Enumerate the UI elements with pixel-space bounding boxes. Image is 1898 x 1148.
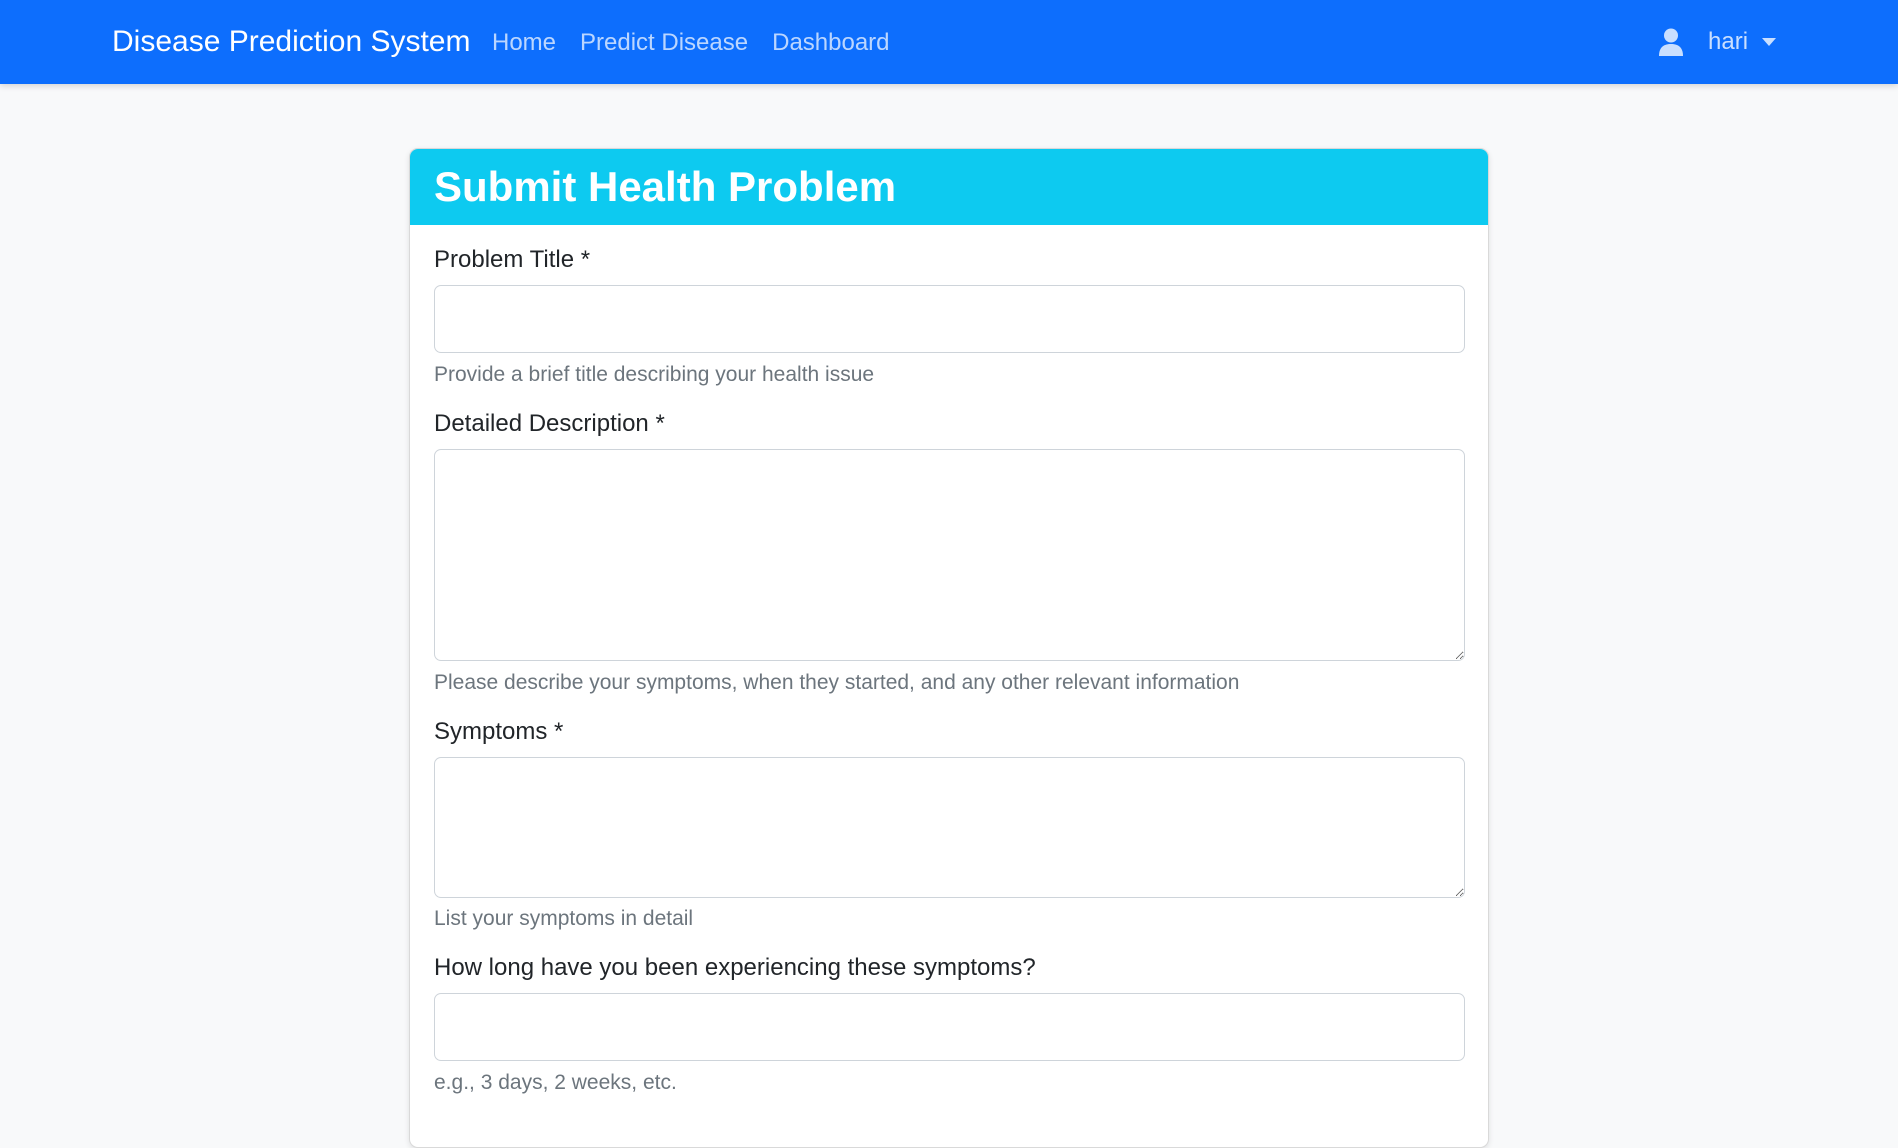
brand-link[interactable]: Disease Prediction System bbox=[112, 24, 470, 60]
user-dropdown-toggle[interactable]: hari bbox=[1658, 26, 1777, 58]
nav-link-dashboard[interactable]: Dashboard bbox=[772, 27, 889, 59]
symptom-duration-label: How long have you been experiencing thes… bbox=[434, 954, 1036, 981]
user-icon bbox=[1659, 28, 1683, 56]
symptoms-textarea[interactable] bbox=[434, 757, 1465, 898]
problem-title-input[interactable] bbox=[434, 285, 1465, 353]
detailed-description-textarea[interactable] bbox=[434, 449, 1465, 661]
submit-health-problem-card: Submit Health Problem Problem Title * Pr… bbox=[409, 148, 1489, 1148]
chevron-down-icon bbox=[1762, 38, 1777, 46]
problem-title-label: Problem Title * bbox=[434, 246, 591, 273]
symptoms-label: Symptoms * bbox=[434, 718, 564, 745]
nav-links: Home Predict Disease Dashboard bbox=[492, 27, 890, 59]
problem-title-help: Provide a brief title describing your he… bbox=[434, 363, 875, 386]
nav-link-predict-disease[interactable]: Predict Disease bbox=[580, 27, 748, 59]
card-title: Submit Health Problem bbox=[434, 163, 897, 210]
nav-link-home[interactable]: Home bbox=[492, 27, 556, 59]
top-navbar: Disease Prediction System Home Predict D… bbox=[0, 0, 1898, 84]
detailed-description-help: Please describe your symptoms, when they… bbox=[434, 671, 1240, 694]
user-name: hari bbox=[1708, 28, 1749, 55]
symptom-duration-input[interactable] bbox=[434, 993, 1465, 1061]
symptom-duration-help: e.g., 3 days, 2 weeks, etc. bbox=[434, 1071, 677, 1094]
card-header: Submit Health Problem bbox=[410, 149, 1488, 225]
symptoms-help: List your symptoms in detail bbox=[434, 907, 694, 930]
detailed-description-label: Detailed Description * bbox=[434, 410, 665, 437]
